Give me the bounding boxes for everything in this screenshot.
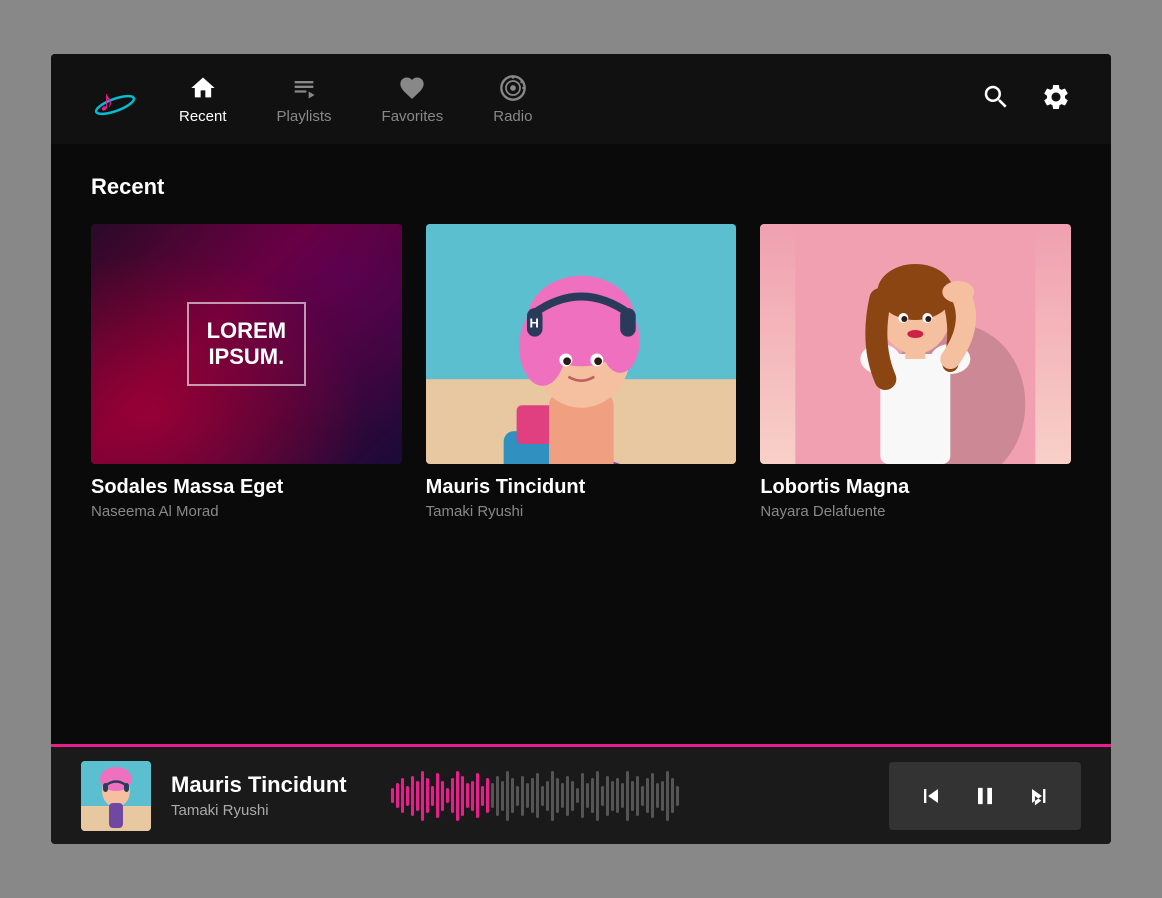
nav-items: Recent Playlists Favorites — [179, 74, 981, 125]
card-artist-1: Naseema Al Morad — [91, 503, 402, 520]
girl-headphones-svg: H — [426, 224, 737, 464]
search-button[interactable] — [981, 82, 1011, 117]
prev-icon — [917, 782, 945, 810]
home-icon — [189, 74, 217, 102]
prev-button[interactable] — [909, 774, 953, 818]
favorites-icon — [398, 74, 426, 102]
svg-text:H: H — [529, 316, 538, 331]
player-artist: Tamaki Ryushi — [171, 802, 351, 819]
nav-label-favorites: Favorites — [382, 108, 444, 125]
player-info: Mauris Tincidunt Tamaki Ryushi — [171, 772, 351, 819]
nav-item-favorites[interactable]: Favorites — [382, 74, 444, 125]
radio-icon — [499, 74, 527, 102]
card-artist-3: Nayara Delafuente — [760, 503, 1071, 520]
pause-icon — [971, 782, 999, 810]
lorem-box: LOREM IPSUM. — [187, 302, 306, 387]
next-button[interactable] — [1017, 774, 1061, 818]
card-3[interactable]: Lobortis Magna Nayara Delafuente — [760, 224, 1071, 520]
player-title: Mauris Tincidunt — [171, 772, 351, 798]
app-logo[interactable]: ♪ — [91, 75, 139, 123]
card-image-2: H — [426, 224, 737, 464]
player-waveform — [391, 766, 849, 826]
lorem-text-1: LOREM — [207, 318, 286, 344]
girl-pink-svg — [760, 224, 1071, 464]
nav-label-recent: Recent — [179, 108, 227, 125]
player-thumbnail — [81, 761, 151, 831]
playlists-icon — [290, 74, 318, 102]
player-bar: Mauris Tincidunt Tamaki Ryushi — [51, 744, 1111, 844]
nav-actions — [981, 82, 1071, 117]
svg-text:♪: ♪ — [99, 85, 114, 118]
main-content: Recent LOREM IPSUM. Sodales Massa Eget N… — [51, 144, 1111, 744]
card-image-3 — [760, 224, 1071, 464]
card-title-1: Sodales Massa Eget — [91, 476, 402, 499]
card-title-2: Mauris Tincidunt — [426, 476, 737, 499]
card-title-3: Lobortis Magna — [760, 476, 1071, 499]
pause-button[interactable] — [963, 774, 1007, 818]
nav-item-radio[interactable]: Radio — [493, 74, 532, 125]
nav-item-recent[interactable]: Recent — [179, 74, 227, 125]
nav-item-playlists[interactable]: Playlists — [277, 74, 332, 125]
next-icon — [1025, 782, 1053, 810]
card-image-1: LOREM IPSUM. — [91, 224, 402, 464]
top-nav: ♪ Recent Playlists — [51, 54, 1111, 144]
card-2[interactable]: H Mauris Tincidunt Tamaki Ryushi — [426, 224, 737, 520]
cards-grid: LOREM IPSUM. Sodales Massa Eget Naseema … — [91, 224, 1071, 520]
app-container: ♪ Recent Playlists — [51, 54, 1111, 844]
lorem-text-2: IPSUM. — [207, 344, 286, 370]
nav-label-playlists: Playlists — [277, 108, 332, 125]
card-artist-2: Tamaki Ryushi — [426, 503, 737, 520]
player-controls — [889, 762, 1081, 830]
settings-button[interactable] — [1041, 82, 1071, 117]
nav-label-radio: Radio — [493, 108, 532, 125]
gear-icon — [1041, 82, 1071, 112]
section-title: Recent — [91, 174, 1071, 200]
card-1[interactable]: LOREM IPSUM. Sodales Massa Eget Naseema … — [91, 224, 402, 520]
search-icon — [981, 82, 1011, 112]
